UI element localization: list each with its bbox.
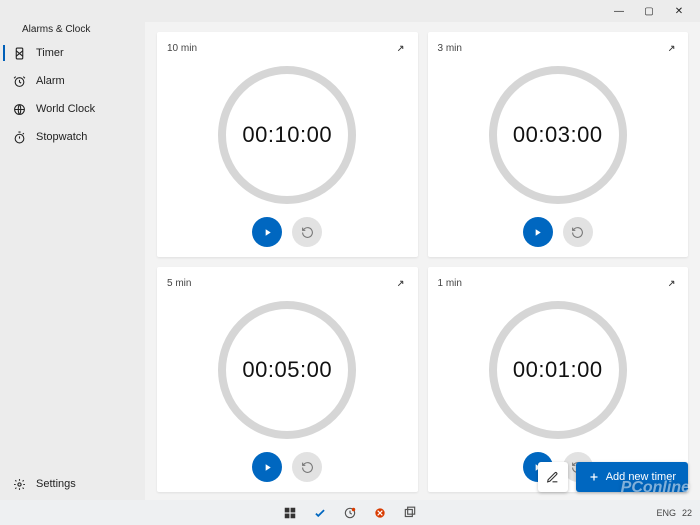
nav-label: Alarm xyxy=(36,75,65,87)
timer-icon xyxy=(10,47,28,60)
task-app-icon[interactable] xyxy=(402,505,418,521)
taskbar: ENG 22 xyxy=(0,500,700,525)
nav: Timer Alarm World Clock xyxy=(0,39,145,151)
taskbar-icons xyxy=(282,505,418,521)
timer-dial: 00:10:00 xyxy=(218,66,356,204)
nav-label: Stopwatch xyxy=(36,131,87,143)
timer-dial: 00:01:00 xyxy=(489,301,627,439)
task-app-icon[interactable] xyxy=(372,505,388,521)
reset-button[interactable] xyxy=(292,217,322,247)
taskbar-time[interactable]: 22 xyxy=(682,508,692,518)
maximize-icon: ▢ xyxy=(644,6,653,17)
add-timer-label: Add new timer xyxy=(606,471,676,483)
world-clock-icon xyxy=(10,103,28,116)
maximize-button[interactable]: ▢ xyxy=(634,1,664,21)
timer-name: 1 min xyxy=(438,278,462,289)
timer-card[interactable]: 1 min 00:01:00 xyxy=(428,267,689,492)
timer-time: 00:01:00 xyxy=(513,357,603,383)
nav-item-alarm[interactable]: Alarm xyxy=(0,67,145,95)
dial-wrap: 00:01:00 xyxy=(438,291,679,448)
settings-label: Settings xyxy=(36,478,76,490)
gear-icon xyxy=(10,478,28,491)
reset-button[interactable] xyxy=(292,452,322,482)
timer-time: 00:05:00 xyxy=(242,357,332,383)
timer-card[interactable]: 3 min 00:03:00 xyxy=(428,32,689,257)
add-timer-button[interactable]: Add new timer xyxy=(576,462,688,492)
close-button[interactable]: ✕ xyxy=(664,1,694,21)
expand-button[interactable] xyxy=(394,41,408,55)
card-header: 5 min xyxy=(167,275,408,291)
play-button[interactable] xyxy=(523,217,553,247)
reset-button[interactable] xyxy=(563,217,593,247)
nav-item-timer[interactable]: Timer xyxy=(0,39,145,67)
nav-label: Timer xyxy=(36,47,64,59)
timer-time: 00:03:00 xyxy=(513,122,603,148)
dial-wrap: 00:10:00 xyxy=(167,56,408,213)
timer-card[interactable]: 10 min 00:10:00 xyxy=(157,32,418,257)
nav-item-world-clock[interactable]: World Clock xyxy=(0,95,145,123)
dial-wrap: 00:05:00 xyxy=(167,291,408,448)
play-button[interactable] xyxy=(252,452,282,482)
nav-item-settings[interactable]: Settings xyxy=(0,468,145,500)
dial-wrap: 00:03:00 xyxy=(438,56,679,213)
timer-controls xyxy=(167,217,408,247)
taskbar-lang[interactable]: ENG xyxy=(656,508,676,518)
taskbar-right: ENG 22 xyxy=(656,508,692,518)
card-header: 3 min xyxy=(438,40,679,56)
task-app-icon[interactable] xyxy=(342,505,358,521)
nav-label: World Clock xyxy=(36,103,95,115)
minimize-icon: — xyxy=(614,6,624,17)
main-content: 10 min 00:10:00 xyxy=(145,22,700,500)
timer-dial: 00:03:00 xyxy=(489,66,627,204)
titlebar: — ▢ ✕ xyxy=(0,0,700,22)
timer-name: 3 min xyxy=(438,43,462,54)
plus-icon xyxy=(588,471,600,483)
card-header: 10 min xyxy=(167,40,408,56)
timer-grid: 10 min 00:10:00 xyxy=(157,32,688,492)
fab-row: Add new timer xyxy=(538,462,688,492)
timer-dial: 00:05:00 xyxy=(218,301,356,439)
nav-item-stopwatch[interactable]: Stopwatch xyxy=(0,123,145,151)
app-title: Alarms & Clock xyxy=(0,22,145,35)
minimize-button[interactable]: — xyxy=(604,1,634,21)
alarm-icon xyxy=(10,75,28,88)
card-header: 1 min xyxy=(438,275,679,291)
timer-controls xyxy=(167,452,408,482)
expand-button[interactable] xyxy=(664,276,678,290)
sidebar-spacer xyxy=(0,151,145,468)
timer-controls xyxy=(438,217,679,247)
close-icon: ✕ xyxy=(675,6,683,17)
app-body: Alarms & Clock Timer Alarm xyxy=(0,22,700,500)
edit-timers-button[interactable] xyxy=(538,462,568,492)
start-icon[interactable] xyxy=(282,505,298,521)
timer-card[interactable]: 5 min 00:05:00 xyxy=(157,267,418,492)
play-button[interactable] xyxy=(252,217,282,247)
app-window: — ▢ ✕ Alarms & Clock Timer Alarm xyxy=(0,0,700,500)
timer-name: 10 min xyxy=(167,43,197,54)
expand-button[interactable] xyxy=(664,41,678,55)
task-app-icon[interactable] xyxy=(312,505,328,521)
stopwatch-icon xyxy=(10,131,28,144)
timer-time: 00:10:00 xyxy=(242,122,332,148)
sidebar: Alarms & Clock Timer Alarm xyxy=(0,22,145,500)
timer-name: 5 min xyxy=(167,278,191,289)
expand-button[interactable] xyxy=(394,276,408,290)
